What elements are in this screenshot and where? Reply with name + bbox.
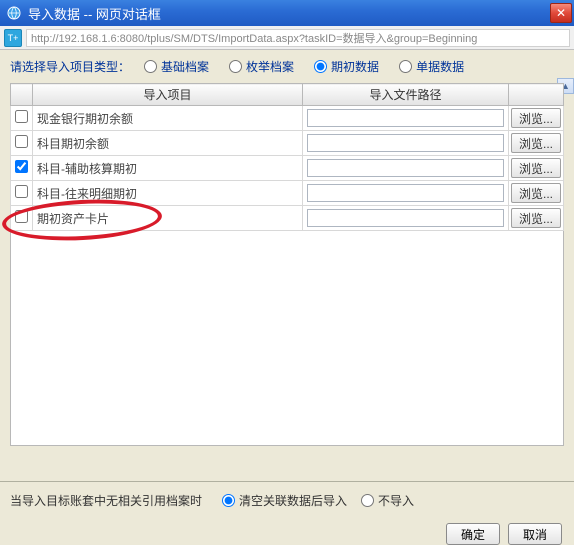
titlebar: 导入数据 -- 网页对话框 ✕ [0,0,574,26]
url-bar: T+ [0,26,574,50]
table-row: 科目-往来明细期初 浏览... [11,181,564,206]
radio-label: 清空关联数据后导入 [239,492,347,509]
import-table: 导入项目 导入文件路径 现金银行期初余额 浏览... 科目期初余额 浏览... … [10,83,564,231]
table-row: 科目-辅助核算期初 浏览... [11,156,564,181]
table-row: 期初资产卡片 浏览... [11,206,564,231]
row-path-input[interactable] [307,109,504,127]
row-checkbox[interactable] [15,160,28,173]
radio-enum-archive[interactable]: 枚举档案 [229,58,294,75]
table-row: 现金银行期初余额 浏览... [11,106,564,131]
window-title: 导入数据 -- 网页对话框 [28,4,550,23]
row-item-label: 科目-往来明细期初 [33,181,303,206]
row-path-input[interactable] [307,134,504,152]
table-empty-area [10,231,564,446]
close-button[interactable]: ✕ [550,3,572,23]
row-item-label: 科目-辅助核算期初 [33,156,303,181]
ie-icon [6,5,22,21]
radio-skip-import-input[interactable] [361,494,374,507]
radio-basic-archive[interactable]: 基础档案 [144,58,209,75]
radio-skip-import[interactable]: 不导入 [361,492,414,509]
row-item-label: 期初资产卡片 [33,206,303,231]
close-icon: ✕ [556,6,566,20]
footer: 当导入目标账套中无相关引用档案时 清空关联数据后导入 不导入 确定 取消 [0,482,574,545]
type-selector-label: 请选择导入项目类型： [10,58,130,75]
radio-label: 基础档案 [161,58,209,75]
radio-clear-import-input[interactable] [222,494,235,507]
table-header-row: 导入项目 导入文件路径 [11,84,564,106]
row-path-input[interactable] [307,184,504,202]
app-icon: T+ [4,29,22,47]
radio-voucher-data[interactable]: 单据数据 [399,58,464,75]
row-item-label: 现金银行期初余额 [33,106,303,131]
radio-initial-data[interactable]: 期初数据 [314,58,379,75]
row-checkbox[interactable] [15,210,28,223]
row-checkbox[interactable] [15,110,28,123]
radio-voucher-data-input[interactable] [399,60,412,73]
row-checkbox[interactable] [15,185,28,198]
browse-button[interactable]: 浏览... [511,158,561,178]
no-ref-row: 当导入目标账套中无相关引用档案时 清空关联数据后导入 不导入 [10,492,564,509]
browse-button[interactable]: 浏览... [511,208,561,228]
radio-label: 期初数据 [331,58,379,75]
radio-label: 单据数据 [416,58,464,75]
radio-basic-archive-input[interactable] [144,60,157,73]
browse-button[interactable]: 浏览... [511,183,561,203]
row-checkbox[interactable] [15,135,28,148]
col-header-item: 导入项目 [33,84,303,106]
radio-initial-data-input[interactable] [314,60,327,73]
no-ref-label: 当导入目标账套中无相关引用档案时 [10,492,202,509]
row-path-input[interactable] [307,159,504,177]
col-header-path: 导入文件路径 [303,84,509,106]
browse-button[interactable]: 浏览... [511,108,561,128]
col-header-checkbox [11,84,33,106]
row-item-label: 科目期初余额 [33,131,303,156]
url-input[interactable] [26,29,570,47]
radio-label: 不导入 [378,492,414,509]
main-panel: 请选择导入项目类型： 基础档案 枚举档案 期初数据 单据数据 ▲ 导入项目 导入… [0,50,574,482]
table-row: 科目期初余额 浏览... [11,131,564,156]
radio-label: 枚举档案 [246,58,294,75]
col-header-browse [509,84,564,106]
radio-clear-import[interactable]: 清空关联数据后导入 [222,492,347,509]
browse-button[interactable]: 浏览... [511,133,561,153]
type-selector-row: 请选择导入项目类型： 基础档案 枚举档案 期初数据 单据数据 [10,58,564,75]
radio-enum-archive-input[interactable] [229,60,242,73]
row-path-input[interactable] [307,209,504,227]
